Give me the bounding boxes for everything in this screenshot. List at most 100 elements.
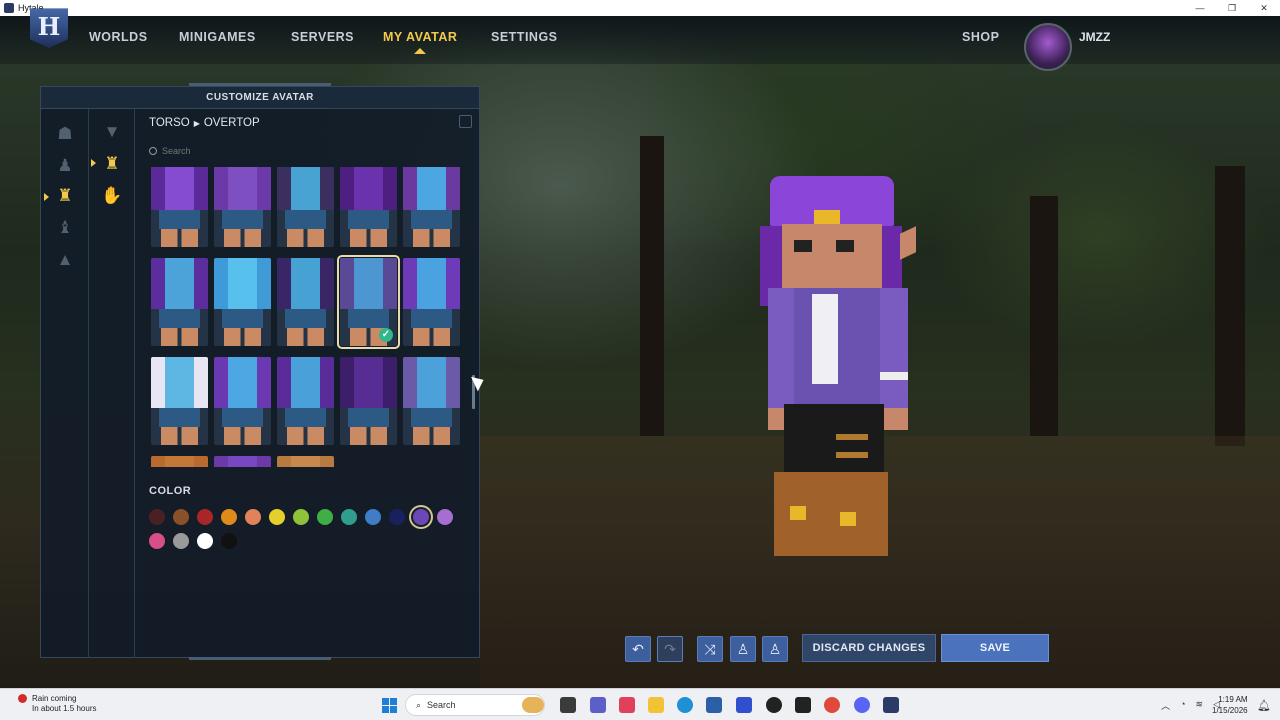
body-icon[interactable]: ♟ xyxy=(52,153,78,179)
start-button[interactable] xyxy=(382,698,397,713)
overtop-item-tile[interactable]: ✓ xyxy=(337,255,400,349)
color-swatch[interactable] xyxy=(437,509,453,525)
nav-minigames[interactable]: MINIGAMES xyxy=(179,30,256,44)
legs-icon[interactable]: ♝ xyxy=(52,215,78,241)
torso-icon[interactable]: ♜ xyxy=(52,183,78,209)
overtop-item-tile[interactable] xyxy=(214,357,271,445)
overtop-item-tile[interactable] xyxy=(151,258,208,346)
tile-shirt xyxy=(228,258,257,310)
color-swatch[interactable] xyxy=(173,533,189,549)
nav-settings[interactable]: SETTINGS xyxy=(491,30,558,44)
chrome-icon[interactable] xyxy=(824,697,840,713)
overtop-item-tile[interactable] xyxy=(277,258,334,346)
weather-widget[interactable]: Rain coming In about 1.5 hours xyxy=(18,694,97,714)
wifi-icon[interactable]: ≋ xyxy=(1196,699,1204,712)
maximize-button[interactable]: ❐ xyxy=(1216,0,1248,16)
shirt-icon[interactable]: ▼ xyxy=(99,119,125,145)
tile-shirt xyxy=(165,167,194,211)
overtop-item-tile[interactable] xyxy=(151,456,208,467)
load-preset-icon[interactable]: ♙ xyxy=(762,636,788,662)
chat-icon[interactable] xyxy=(590,697,606,713)
copilot-icon[interactable] xyxy=(619,697,635,713)
task-view-icon[interactable] xyxy=(560,697,576,713)
nav-shop[interactable]: SHOP xyxy=(962,30,999,44)
color-swatch[interactable] xyxy=(149,533,165,549)
color-swatch[interactable] xyxy=(245,509,261,525)
overtop-item-tile[interactable] xyxy=(277,456,334,467)
hytale-taskbar-icon[interactable] xyxy=(883,697,899,713)
randomize-button[interactable]: ⤨ xyxy=(697,636,723,662)
bing-search-highlight-icon[interactable] xyxy=(522,697,544,713)
color-swatch[interactable] xyxy=(341,509,357,525)
selected-check-icon: ✓ xyxy=(379,328,393,342)
overtop-item-tile[interactable] xyxy=(214,167,271,247)
search-input[interactable] xyxy=(162,146,422,156)
tile-legs xyxy=(287,328,324,346)
gloves-icon[interactable]: ✋ xyxy=(99,183,125,209)
overtop-item-tile[interactable] xyxy=(151,357,208,445)
redo-button[interactable]: ↷ xyxy=(657,636,683,662)
head-icon[interactable]: ☗ xyxy=(52,121,78,147)
minimize-button[interactable]: — xyxy=(1184,0,1216,16)
color-swatch[interactable] xyxy=(413,509,429,525)
save-button[interactable]: SAVE xyxy=(941,634,1049,662)
tree-trunk xyxy=(1215,166,1245,446)
save-preset-icon[interactable]: ♙ xyxy=(730,636,756,662)
overtop-item-tile[interactable] xyxy=(277,167,334,247)
overtop-item-tile[interactable] xyxy=(403,357,460,445)
tile-pants xyxy=(348,210,389,230)
file-explorer-icon[interactable] xyxy=(648,697,664,713)
obs-icon[interactable] xyxy=(795,697,811,713)
tile-legs xyxy=(161,328,198,346)
tile-pants xyxy=(348,309,389,329)
search-icon: ⌕ xyxy=(416,699,422,710)
tile-pants xyxy=(159,408,200,428)
discard-changes-button[interactable]: DISCARD CHANGES xyxy=(802,634,936,662)
notification-bell-icon[interactable]: 🔔︎ xyxy=(1257,699,1271,712)
profile-avatar[interactable] xyxy=(1024,23,1072,71)
nav-my-avatar[interactable]: MY AVATAR xyxy=(383,30,457,44)
color-swatch[interactable] xyxy=(365,509,381,525)
tray-chevron-icon[interactable]: ︿ xyxy=(1161,699,1170,712)
color-swatch[interactable] xyxy=(317,509,333,525)
overtop-item-tile[interactable] xyxy=(340,357,397,445)
color-swatch[interactable] xyxy=(197,509,213,525)
tile-pants xyxy=(411,408,452,428)
overtop-item-tile[interactable] xyxy=(151,167,208,247)
discord-icon[interactable] xyxy=(854,697,870,713)
overtop-item-tile[interactable] xyxy=(403,258,460,346)
store-icon[interactable] xyxy=(706,697,722,713)
clock[interactable]: 1:19 AM 1/15/2026 xyxy=(1212,694,1248,716)
network-icon[interactable]: ◔ xyxy=(1180,699,1185,712)
edge-icon[interactable] xyxy=(677,697,693,713)
collapse-icon[interactable] xyxy=(459,115,472,128)
nav-worlds[interactable]: WORLDS xyxy=(89,30,148,44)
color-swatch[interactable] xyxy=(173,509,189,525)
color-swatch[interactable] xyxy=(293,509,309,525)
close-button[interactable]: ✕ xyxy=(1248,0,1280,16)
overtop-item-tile[interactable] xyxy=(403,167,460,247)
nav-servers[interactable]: SERVERS xyxy=(291,30,354,44)
clock-time: 1:19 AM xyxy=(1218,695,1248,704)
undo-button[interactable]: ↶ xyxy=(625,636,651,662)
color-swatch[interactable] xyxy=(149,509,165,525)
app-icon[interactable] xyxy=(766,697,782,713)
color-swatch[interactable] xyxy=(221,533,237,549)
overtop-item-tile[interactable] xyxy=(214,456,271,467)
color-swatch[interactable] xyxy=(197,533,213,549)
tile-pants xyxy=(222,408,263,428)
overtop-item-tile[interactable] xyxy=(340,167,397,247)
app-icon[interactable] xyxy=(736,697,752,713)
overtop-item-tile[interactable] xyxy=(277,357,334,445)
hytale-logo[interactable]: H xyxy=(30,8,68,48)
color-swatch[interactable] xyxy=(389,509,405,525)
color-swatch[interactable] xyxy=(269,509,285,525)
overtop-item-tile[interactable] xyxy=(214,258,271,346)
avatar-character-preview[interactable] xyxy=(760,176,920,566)
username[interactable]: JMZZ xyxy=(1079,30,1110,44)
color-swatch[interactable] xyxy=(221,509,237,525)
breadcrumb-category[interactable]: TORSO xyxy=(149,117,190,129)
feet-icon[interactable]: ▲ xyxy=(52,247,78,273)
overtop-icon[interactable]: ♜ xyxy=(99,151,125,177)
tile-legs xyxy=(224,427,261,445)
